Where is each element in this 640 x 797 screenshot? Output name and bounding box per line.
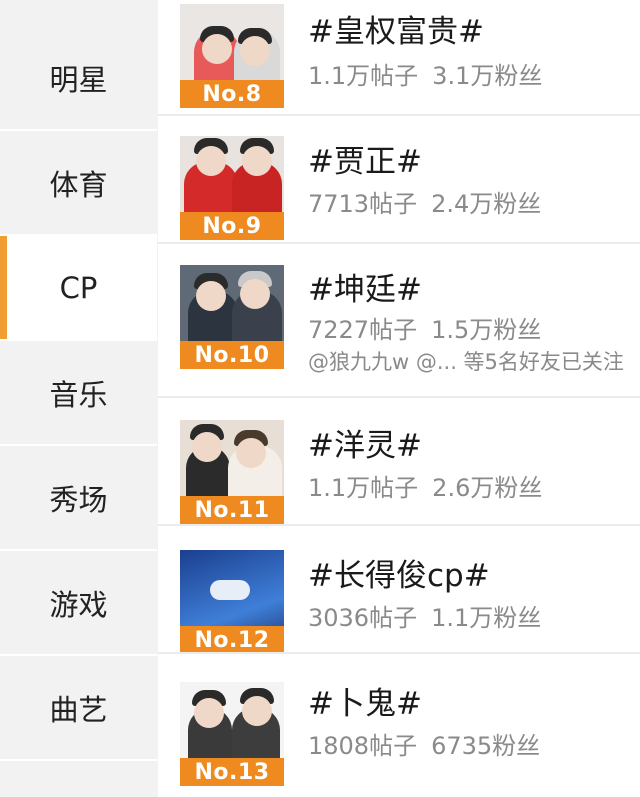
rank-badge: No.11	[180, 496, 284, 524]
fan-count: 6735粉丝	[431, 732, 541, 760]
sidebar-item-label: 音乐	[49, 377, 108, 412]
sidebar-item-label: 秀场	[49, 482, 108, 517]
category-sidebar: 明星 体育 CP 音乐 秀场 游戏 曲艺	[0, 0, 158, 797]
topic-stats: 1.1万帖子 3.1万粉丝	[308, 56, 542, 91]
sidebar-item-sports[interactable]: 体育	[0, 131, 157, 236]
topic-thumbnail: No.9	[180, 136, 284, 240]
topic-title[interactable]: #卜鬼#	[308, 678, 422, 723]
topic-stats: 1808帖子 6735粉丝	[308, 726, 540, 761]
post-count: 1808帖子	[308, 732, 418, 760]
rank-badge: No.8	[180, 80, 284, 108]
topic-row[interactable]: No.9 #贾正# 7713帖子 2.4万粉丝	[158, 116, 640, 244]
rank-badge: No.12	[180, 626, 284, 654]
sidebar-item-label: CP	[59, 270, 98, 305]
topic-stats: 1.1万帖子 2.6万粉丝	[308, 468, 542, 503]
sidebar-item-label: 曲艺	[49, 692, 108, 727]
post-count: 7227帖子	[308, 316, 418, 344]
sidebar-item-stars[interactable]: 明星	[0, 26, 157, 131]
topic-stats: 7227帖子 1.5万粉丝	[308, 310, 541, 345]
fan-count: 2.4万粉丝	[431, 190, 542, 218]
topic-stats: 3036帖子 1.1万粉丝	[308, 598, 541, 633]
sidebar-item-label: 体育	[49, 167, 108, 202]
post-count: 3036帖子	[308, 604, 418, 632]
topic-thumbnail: No.12	[180, 550, 284, 654]
post-count: 1.1万帖子	[308, 474, 419, 502]
topic-title[interactable]: #皇权富贵#	[308, 6, 484, 51]
rank-badge: No.13	[180, 758, 284, 786]
topic-title[interactable]: #贾正#	[308, 136, 422, 181]
fan-count: 2.6万粉丝	[432, 474, 543, 502]
post-count: 1.1万帖子	[308, 62, 419, 90]
sidebar-item-cp[interactable]: CP	[0, 236, 157, 341]
topic-thumbnail: No.8	[180, 4, 284, 108]
sidebar-item-quyi[interactable]: 曲艺	[0, 656, 157, 761]
rank-badge: No.9	[180, 212, 284, 240]
topic-row[interactable]: No.13 #卜鬼# 1808帖子 6735粉丝	[158, 654, 640, 797]
friends-following[interactable]: @狼九九w @... 等5名好友已关注	[308, 346, 624, 376]
sidebar-item-music[interactable]: 音乐	[0, 341, 157, 446]
topic-thumbnail: No.10	[180, 265, 284, 369]
fan-count: 1.1万粉丝	[431, 604, 542, 632]
topic-row[interactable]: No.8 #皇权富贵# 1.1万帖子 3.1万粉丝	[158, 0, 640, 116]
fan-count: 3.1万粉丝	[432, 62, 543, 90]
topic-stats: 7713帖子 2.4万粉丝	[308, 184, 541, 219]
rank-badge: No.10	[180, 341, 284, 369]
sidebar-item-label: 明星	[49, 62, 108, 97]
topic-thumbnail: No.13	[180, 682, 284, 786]
topic-thumbnail: No.11	[180, 420, 284, 524]
topic-row[interactable]: No.11 #洋灵# 1.1万帖子 2.6万粉丝	[158, 398, 640, 526]
post-count: 7713帖子	[308, 190, 418, 218]
topic-row[interactable]: No.10 #坤廷# 7227帖子 1.5万粉丝 @狼九九w @... 等5名好友…	[158, 244, 640, 398]
topic-row[interactable]: No.12 #长得俊cp# 3036帖子 1.1万粉丝	[158, 526, 640, 654]
topic-title[interactable]: #坤廷#	[308, 264, 422, 309]
topic-title[interactable]: #洋灵#	[308, 420, 422, 465]
fan-count: 1.5万粉丝	[431, 316, 542, 344]
topic-list: No.8 #皇权富贵# 1.1万帖子 3.1万粉丝 No.9 #贾正# 7713帖…	[158, 0, 640, 797]
topic-title[interactable]: #长得俊cp#	[308, 550, 490, 595]
sidebar-item-games[interactable]: 游戏	[0, 551, 157, 656]
sidebar-item-label: 游戏	[49, 587, 108, 622]
sidebar-item-show[interactable]: 秀场	[0, 446, 157, 551]
